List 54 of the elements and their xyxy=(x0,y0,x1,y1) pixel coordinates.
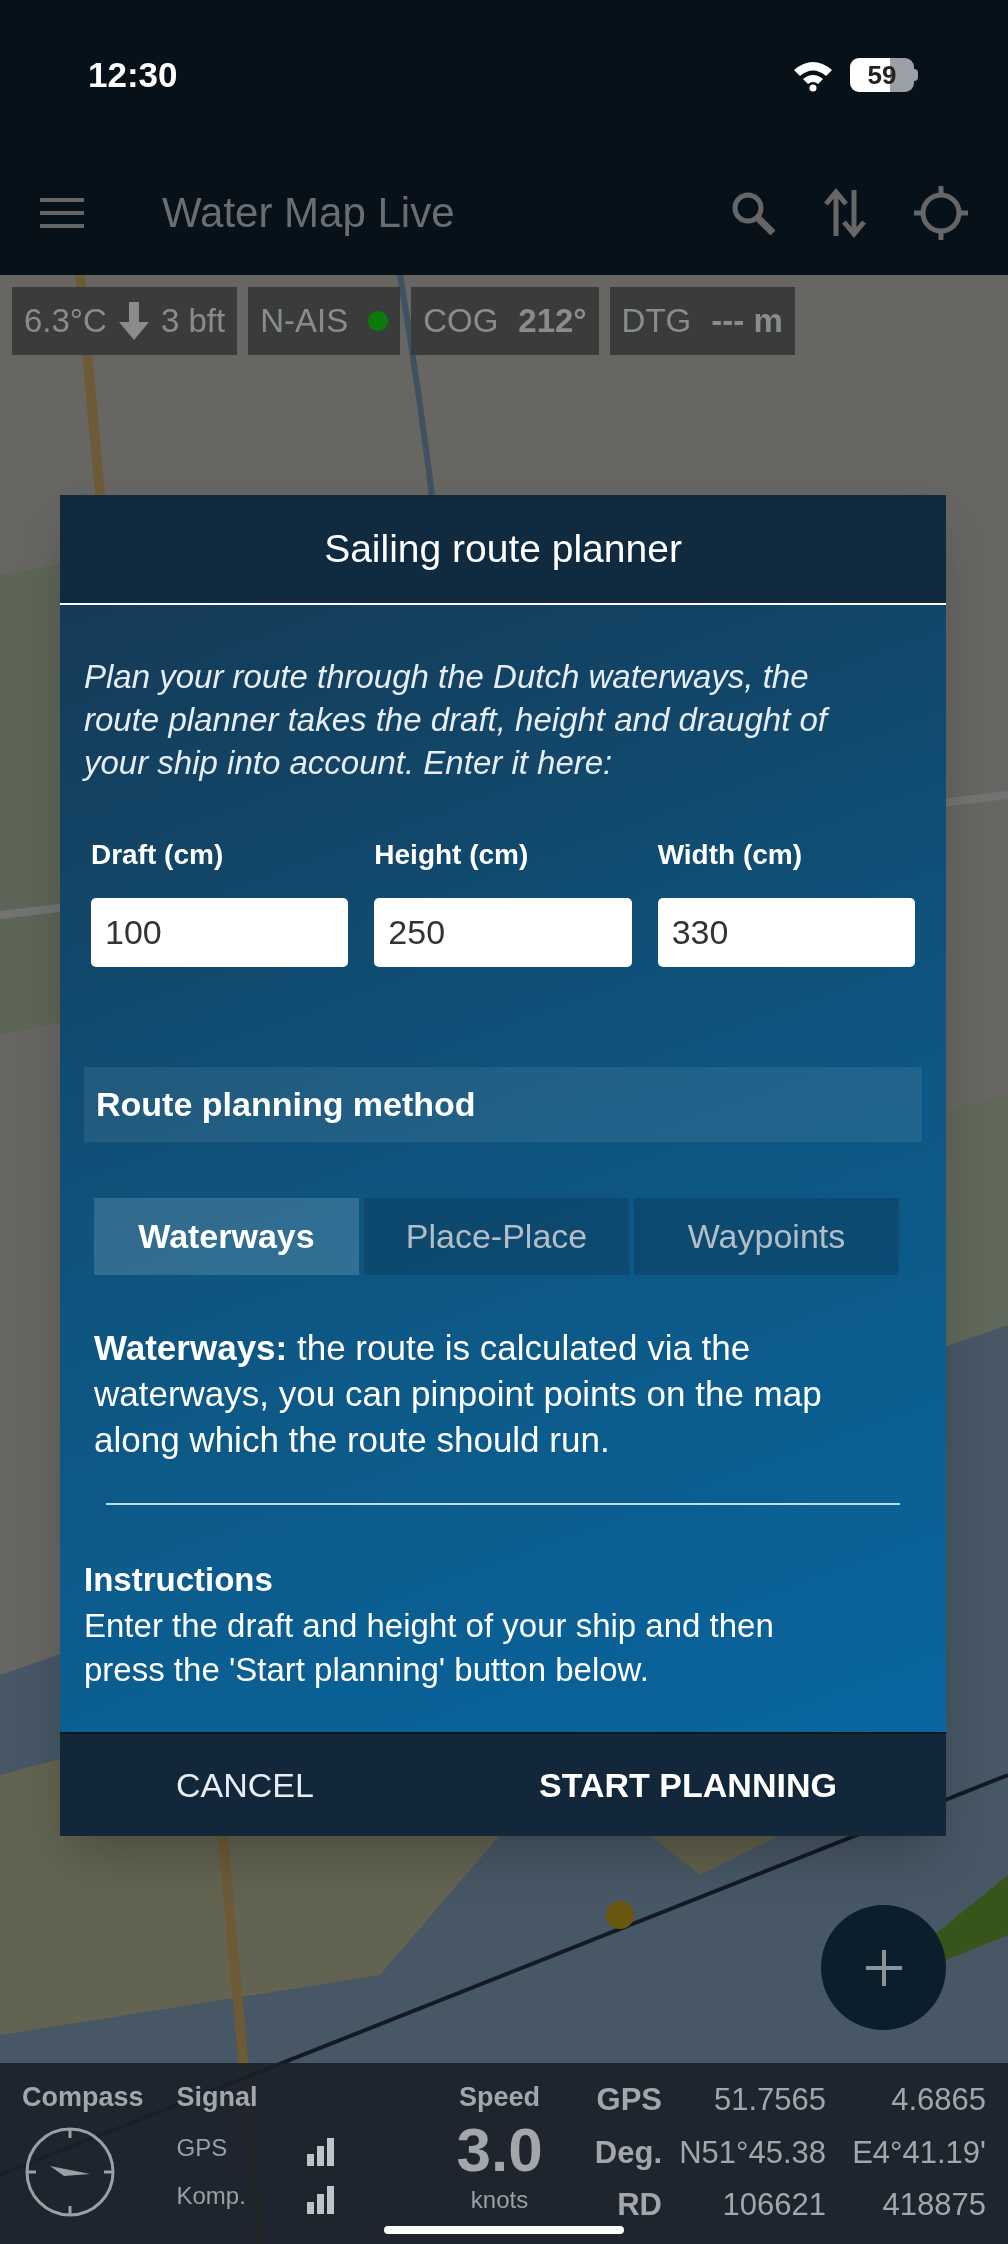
speed-unit: knots xyxy=(470,2184,529,2215)
app-title: Water Map Live xyxy=(162,188,455,238)
coordinate-value: N51°45.38 xyxy=(678,2133,826,2172)
input-field[interactable]: 100 xyxy=(91,898,349,967)
dialog-title: Sailing route planner xyxy=(324,525,682,572)
coordinate-value: 106621 xyxy=(721,2186,826,2224)
temperature: 6.3°C xyxy=(24,301,107,342)
compass-icon xyxy=(24,2125,116,2218)
chip-value: --- m xyxy=(711,301,783,342)
field-label: Width (cm) xyxy=(657,838,804,872)
compass-label: Compass xyxy=(22,2081,145,2114)
sort-arrows-icon[interactable] xyxy=(824,187,866,238)
coordinate-value: E4°41.19' xyxy=(851,2133,986,2172)
method-description: Waterways: the route is calculated via the waterways, you can pinpoint points on the map along which the route should run. xyxy=(93,1327,823,1461)
signal-source: GPS xyxy=(176,2132,229,2163)
ais-chip[interactable]: N-AIS xyxy=(248,287,401,355)
position-label: RD xyxy=(617,2186,662,2224)
signal-source: Komp. xyxy=(176,2180,247,2211)
weather-chip[interactable]: 6.3°C 3 bft xyxy=(12,287,238,355)
speed-value: 3.0 xyxy=(456,2117,543,2182)
coordinate-value: 4.6865 xyxy=(890,2081,986,2119)
method-tab[interactable]: Place-Place xyxy=(364,1198,629,1275)
wind-force: 3 bft xyxy=(160,301,226,342)
speed-label: Speed xyxy=(459,2081,541,2114)
chip-label: COG xyxy=(423,301,499,342)
signal-bars-icon xyxy=(306,2135,337,2166)
method-tab[interactable]: Waypoints xyxy=(634,1198,899,1275)
chip-label: DTG xyxy=(621,301,692,342)
ais-label: N-AIS xyxy=(260,301,349,342)
position-label: GPS xyxy=(596,2081,662,2119)
start-planning-button[interactable]: START PLANNING xyxy=(430,1734,946,1836)
signal-bars-icon xyxy=(306,2183,337,2214)
coordinate-value: 418875 xyxy=(881,2186,986,2224)
chip-value: 212° xyxy=(518,301,587,342)
plus-icon xyxy=(865,1949,902,1986)
position-label: Deg. xyxy=(594,2133,662,2172)
method-tab[interactable]: Waterways xyxy=(94,1198,359,1275)
section-heading: Route planning method xyxy=(84,1067,922,1142)
intro-text: Plan your route through the Dutch waterways, the route planner takes the draft, height and draught of your ship into account. Enter it here: xyxy=(84,655,922,784)
locate-icon[interactable] xyxy=(914,185,968,240)
field-label: Height (cm) xyxy=(374,838,530,872)
wind-arrow-icon xyxy=(118,302,149,340)
value-chip[interactable]: DTG --- m xyxy=(609,287,795,355)
instructions-title: Instructions xyxy=(84,1559,274,1600)
menu-icon[interactable] xyxy=(40,197,84,228)
input-field[interactable]: 250 xyxy=(374,898,632,967)
signal-label: Signal xyxy=(176,2081,259,2114)
instructions-text: Enter the draft and height of your ship and then press the 'Start planning' button below. xyxy=(84,1606,775,1690)
value-chip[interactable]: COG 212° xyxy=(411,287,599,355)
field-label: Draft (cm) xyxy=(91,838,225,872)
status-time: 12:30 xyxy=(88,53,178,96)
battery-level: 59 xyxy=(867,58,897,92)
input-field[interactable]: 330 xyxy=(657,898,915,967)
coordinate-value: 51.7565 xyxy=(712,2081,826,2119)
